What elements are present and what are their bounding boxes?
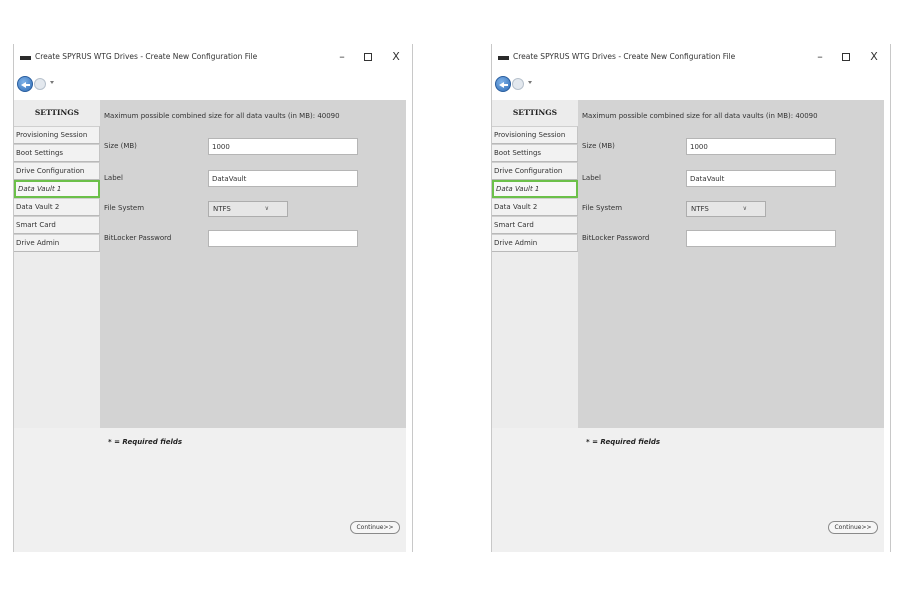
size-label: Size (MB)	[582, 142, 615, 150]
size-input[interactable]	[686, 138, 836, 155]
config-window-left: Create SPYRUS WTG Drives - Create New Co…	[13, 44, 413, 552]
window-edge	[406, 100, 412, 428]
settings-sidebar: SETTINGS Provisioning Session Boot Setti…	[14, 100, 100, 428]
sidebar-item-smart-card[interactable]: Smart Card	[492, 216, 578, 234]
window-title: Create SPYRUS WTG Drives - Create New Co…	[513, 52, 736, 61]
sidebar-item-drive-admin[interactable]: Drive Admin	[492, 234, 578, 252]
max-size-text: Maximum possible combined size for all d…	[104, 112, 340, 120]
nav-bar	[14, 72, 412, 100]
close-icon[interactable]: X	[862, 49, 886, 65]
file-system-label: File System	[104, 204, 145, 212]
continue-button[interactable]: Continue>>	[828, 521, 878, 534]
sidebar-item-drive-configuration[interactable]: Drive Configuration	[14, 162, 100, 180]
back-arrow-icon[interactable]	[495, 76, 511, 92]
sidebar-item-data-vault-1[interactable]: Data Vault 1	[14, 180, 100, 198]
file-system-select[interactable]: NTFS ∨	[208, 201, 288, 217]
size-label: Size (MB)	[104, 142, 137, 150]
bitlocker-password-input[interactable]	[686, 230, 836, 247]
window-title: Create SPYRUS WTG Drives - Create New Co…	[35, 52, 258, 61]
sidebar-item-data-vault-2[interactable]: Data Vault 2	[14, 198, 100, 216]
data-vault-form: Maximum possible combined size for all d…	[578, 100, 884, 428]
sidebar-item-provisioning-session[interactable]: Provisioning Session	[14, 126, 100, 144]
file-system-value: NTFS	[213, 205, 231, 213]
bitlocker-label: BitLocker Password	[582, 234, 650, 242]
sidebar-item-boot-settings[interactable]: Boot Settings	[492, 144, 578, 162]
label-input[interactable]	[686, 170, 836, 187]
maximize-icon[interactable]	[834, 49, 858, 65]
forward-arrow-icon[interactable]	[34, 78, 46, 90]
label-input[interactable]	[208, 170, 358, 187]
sidebar-item-data-vault-2[interactable]: Data Vault 2	[492, 198, 578, 216]
window-edge	[884, 100, 890, 428]
max-size-text: Maximum possible combined size for all d…	[582, 112, 818, 120]
bitlocker-label: BitLocker Password	[104, 234, 172, 242]
settings-header: SETTINGS	[34, 108, 80, 117]
sidebar-item-drive-configuration[interactable]: Drive Configuration	[492, 162, 578, 180]
dropdown-arrow-icon: ∨	[742, 205, 747, 212]
history-dropdown-icon[interactable]	[50, 81, 54, 84]
title-bar: Create SPYRUS WTG Drives - Create New Co…	[14, 44, 412, 72]
continue-button[interactable]: Continue>>	[350, 521, 400, 534]
back-arrow-icon[interactable]	[17, 76, 33, 92]
sidebar-item-provisioning-session[interactable]: Provisioning Session	[492, 126, 578, 144]
label-label: Label	[104, 174, 123, 182]
bitlocker-password-input[interactable]	[208, 230, 358, 247]
title-bar: Create SPYRUS WTG Drives - Create New Co…	[492, 44, 890, 72]
data-vault-form: Maximum possible combined size for all d…	[100, 100, 406, 428]
file-system-select[interactable]: NTFS ∨	[686, 201, 766, 217]
config-window-right: Create SPYRUS WTG Drives - Create New Co…	[491, 44, 891, 552]
history-dropdown-icon[interactable]	[528, 81, 532, 84]
label-label: Label	[582, 174, 601, 182]
nav-bar	[492, 72, 890, 100]
sidebar-item-data-vault-1[interactable]: Data Vault 1	[492, 180, 578, 198]
required-fields-note: * = Required fields	[108, 438, 183, 446]
size-input[interactable]	[208, 138, 358, 155]
footer-area: * = Required fields Continue>>	[492, 428, 884, 552]
dropdown-arrow-icon: ∨	[264, 205, 269, 212]
settings-sidebar: SETTINGS Provisioning Session Boot Setti…	[492, 100, 578, 428]
minimize-icon[interactable]: –	[808, 49, 832, 65]
footer-area: * = Required fields Continue>>	[14, 428, 406, 552]
file-system-value: NTFS	[691, 205, 709, 213]
close-icon[interactable]: X	[384, 49, 408, 65]
app-icon	[498, 56, 509, 60]
required-fields-note: * = Required fields	[586, 438, 661, 446]
settings-header: SETTINGS	[512, 108, 558, 117]
sidebar-item-boot-settings[interactable]: Boot Settings	[14, 144, 100, 162]
sidebar-item-drive-admin[interactable]: Drive Admin	[14, 234, 100, 252]
app-icon	[20, 56, 31, 60]
sidebar-item-smart-card[interactable]: Smart Card	[14, 216, 100, 234]
maximize-icon[interactable]	[356, 49, 380, 65]
forward-arrow-icon[interactable]	[512, 78, 524, 90]
minimize-icon[interactable]: –	[330, 49, 354, 65]
file-system-label: File System	[582, 204, 623, 212]
